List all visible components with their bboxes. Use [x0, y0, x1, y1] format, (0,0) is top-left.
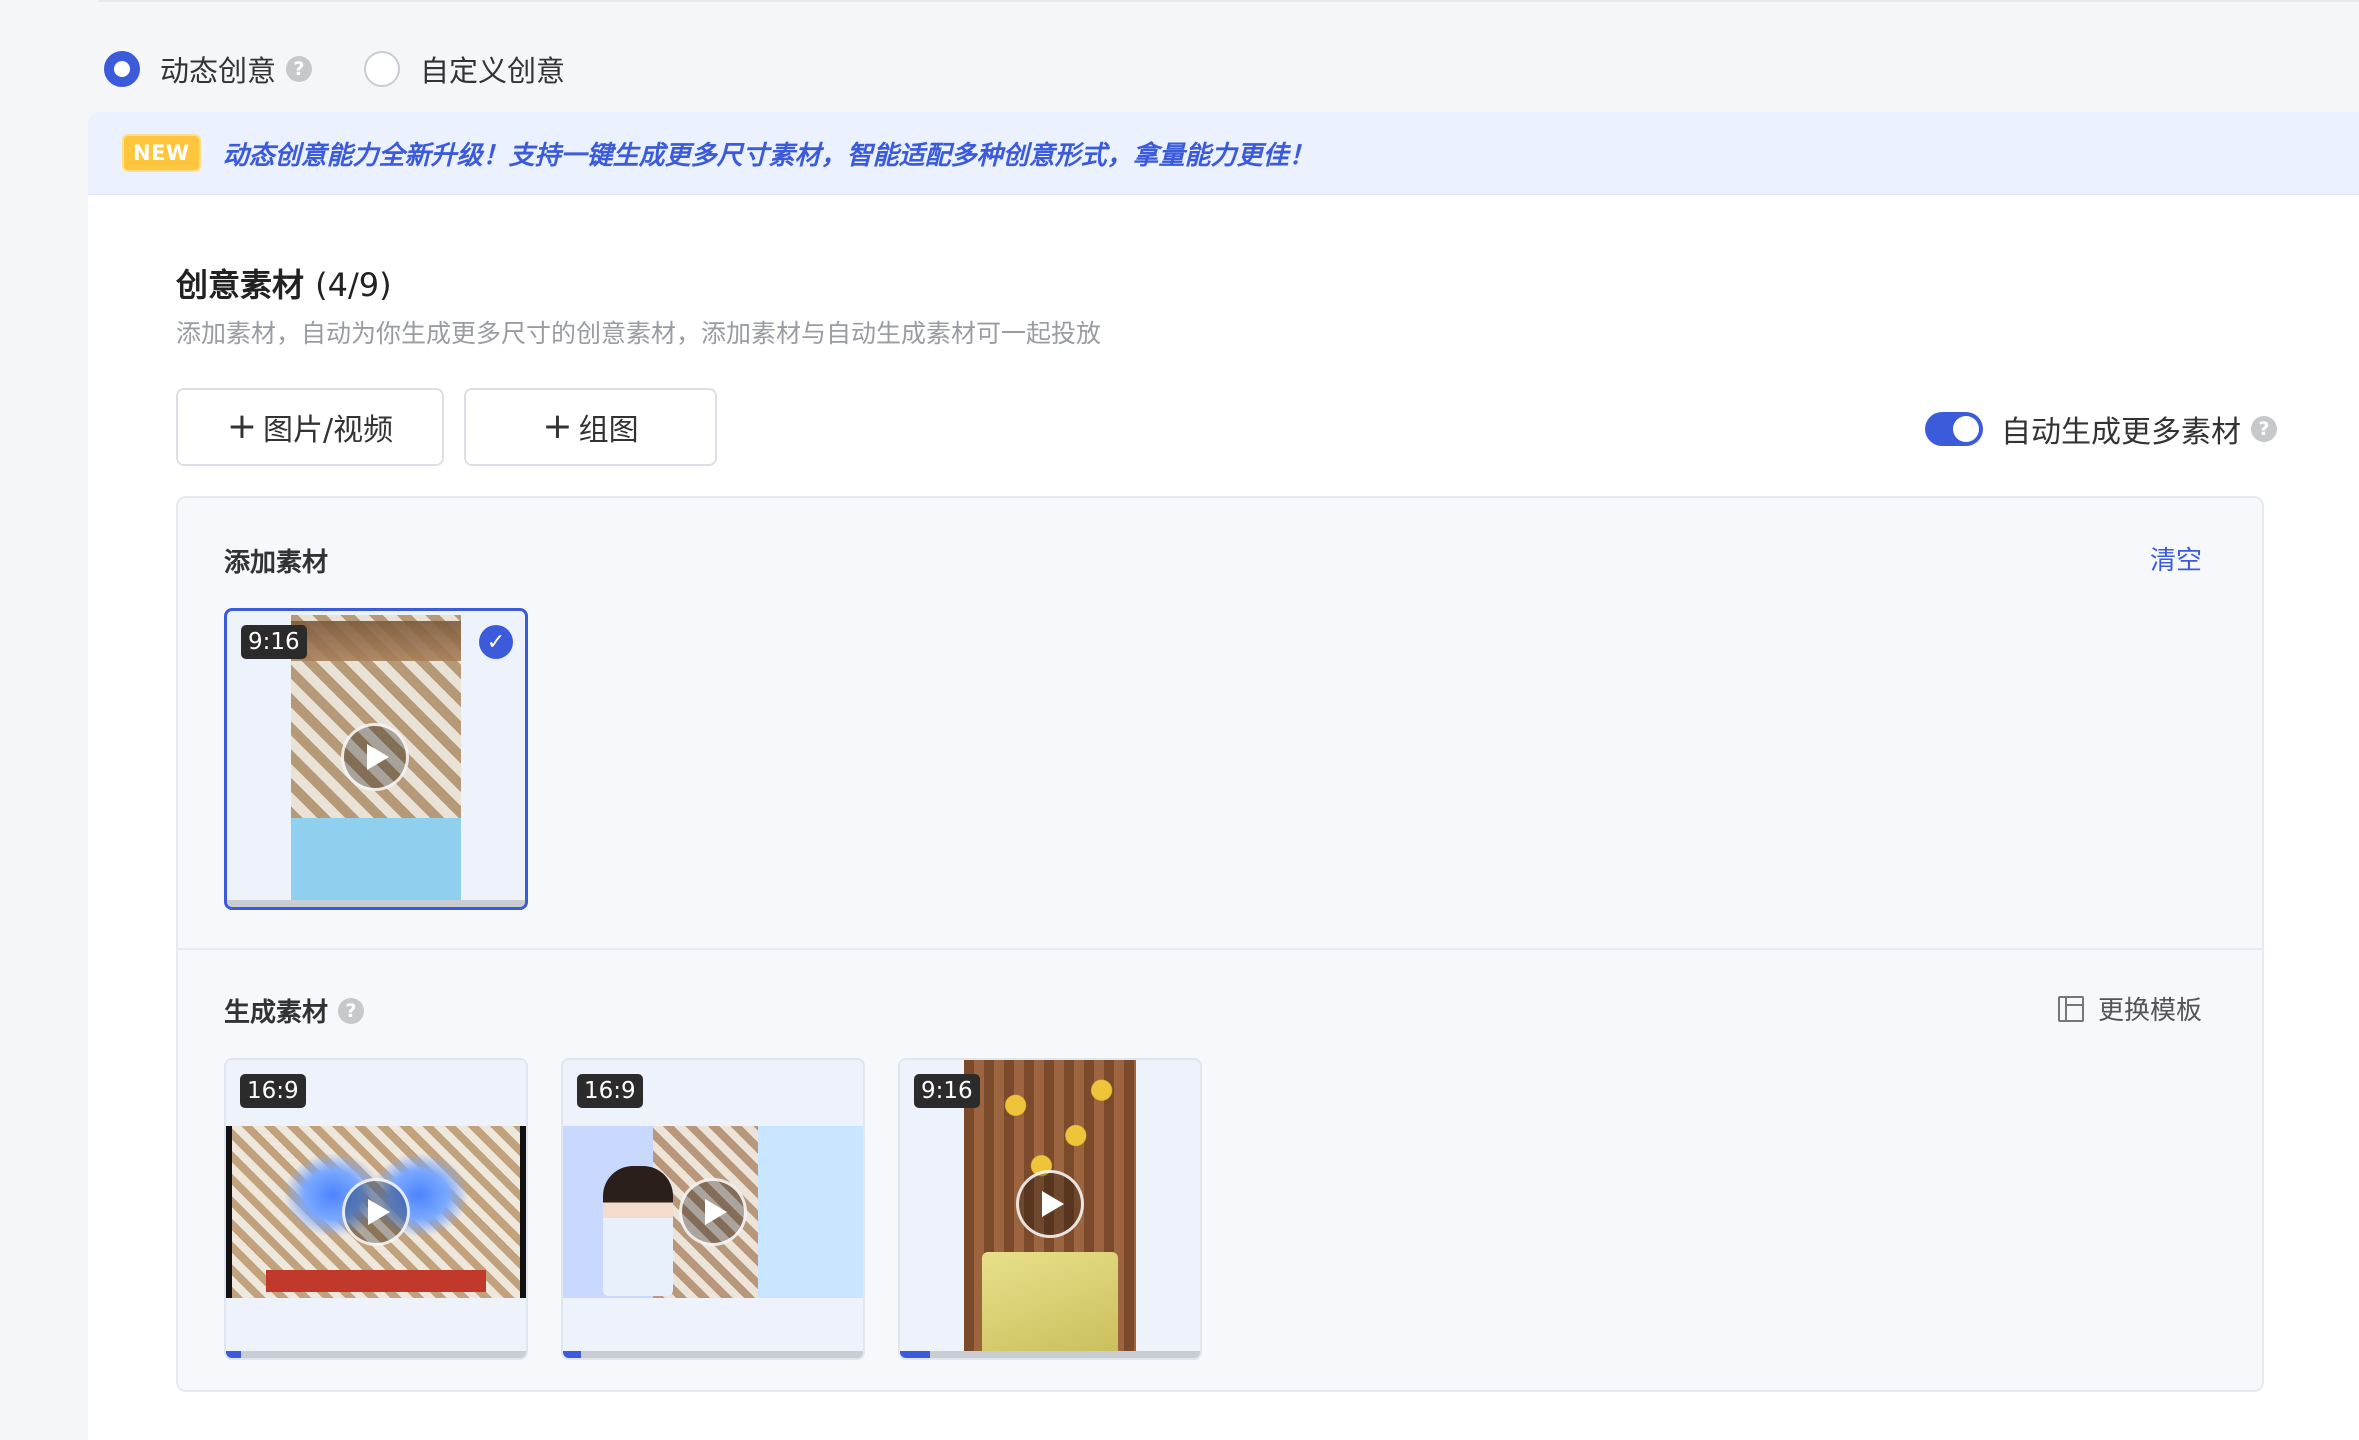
creative-mode-group: 动态创意 ? 自定义创意	[104, 46, 617, 92]
add-group-image-button[interactable]: + 组图	[464, 388, 717, 466]
section-title: 创意素材 (4/9)	[176, 260, 392, 306]
add-image-video-button[interactable]: + 图片/视频	[176, 388, 444, 466]
creative-panel: NEW 动态创意能力全新升级！支持一键生成更多尺寸素材，智能适配多种创意形式，拿…	[88, 112, 2359, 1440]
radio-dynamic-creative[interactable]: 动态创意 ?	[104, 48, 313, 90]
banner-text: 动态创意能力全新升级！支持一键生成更多尺寸素材，智能适配多种创意形式，拿量能力更…	[222, 140, 1315, 171]
ratio-badge: 9:16	[241, 625, 307, 659]
ratio-badge: 16:9	[577, 1074, 643, 1108]
thumbnail-title-art	[291, 621, 461, 661]
generated-materials-title-row: 生成素材 ?	[224, 992, 365, 1029]
change-template-label: 更换模板	[2097, 996, 2202, 1026]
clear-button[interactable]: 清空	[2150, 540, 2202, 577]
added-materials-title: 添加素材	[224, 548, 329, 578]
progress-bar	[900, 1351, 1200, 1358]
template-icon	[2057, 995, 2084, 1022]
generated-materials-title: 生成素材	[224, 998, 329, 1028]
auto-generate-label: 自动生成更多素材	[2001, 415, 2241, 450]
generated-material-card[interactable]: 16:9	[561, 1058, 865, 1360]
section-description: 添加素材，自动为你生成更多尺寸的创意素材，添加素材与自动生成素材可一起投放	[176, 319, 1102, 348]
radio-custom-creative[interactable]: 自定义创意	[364, 48, 565, 90]
check-icon[interactable]: ✓	[479, 625, 513, 659]
question-circle-icon[interactable]: ?	[338, 997, 365, 1024]
radio-dot	[364, 51, 401, 87]
toggle-knob	[1953, 416, 1979, 442]
button-label: 组图	[578, 413, 639, 448]
ratio-badge: 16:9	[240, 1074, 306, 1108]
auto-generate-toggle[interactable]	[1925, 412, 1983, 446]
section-divider	[178, 948, 2262, 950]
section-count: (4/9)	[315, 266, 392, 304]
section-title-text: 创意素材	[176, 266, 305, 304]
generated-material-card[interactable]: 16:9	[224, 1058, 528, 1360]
auto-generate-row: 自动生成更多素材 ?	[1925, 407, 2277, 451]
added-material-card[interactable]: 9:16 ✓	[224, 608, 528, 910]
materials-box: 添加素材 清空 9:16 ✓ 生成素材 ? 更换模板 16:9 16:9 9:1…	[176, 496, 2264, 1392]
play-icon[interactable]	[1016, 1170, 1084, 1238]
progress-bar	[226, 1351, 526, 1358]
button-label: 图片/视频	[263, 413, 394, 448]
radio-label: 动态创意	[160, 54, 277, 88]
new-badge: NEW	[122, 134, 201, 172]
play-icon[interactable]	[341, 723, 409, 791]
play-icon[interactable]	[679, 1178, 747, 1246]
progress-bar	[563, 1351, 863, 1358]
question-circle-icon[interactable]: ?	[286, 56, 313, 82]
question-circle-icon[interactable]: ?	[2251, 416, 2277, 442]
change-template-button[interactable]: 更换模板	[2057, 990, 2202, 1027]
radio-label: 自定义创意	[420, 54, 566, 88]
plus-icon: +	[542, 406, 573, 447]
radio-dot-checked	[104, 51, 140, 87]
generated-material-card[interactable]: 9:16	[898, 1058, 1202, 1360]
play-icon[interactable]	[342, 1178, 410, 1246]
ratio-badge: 9:16	[914, 1074, 980, 1108]
top-divider	[98, 0, 2359, 2]
upgrade-banner: NEW 动态创意能力全新升级！支持一键生成更多尺寸素材，智能适配多种创意形式，拿…	[88, 112, 2359, 195]
plus-icon: +	[226, 406, 258, 447]
progress-bar	[227, 900, 525, 907]
